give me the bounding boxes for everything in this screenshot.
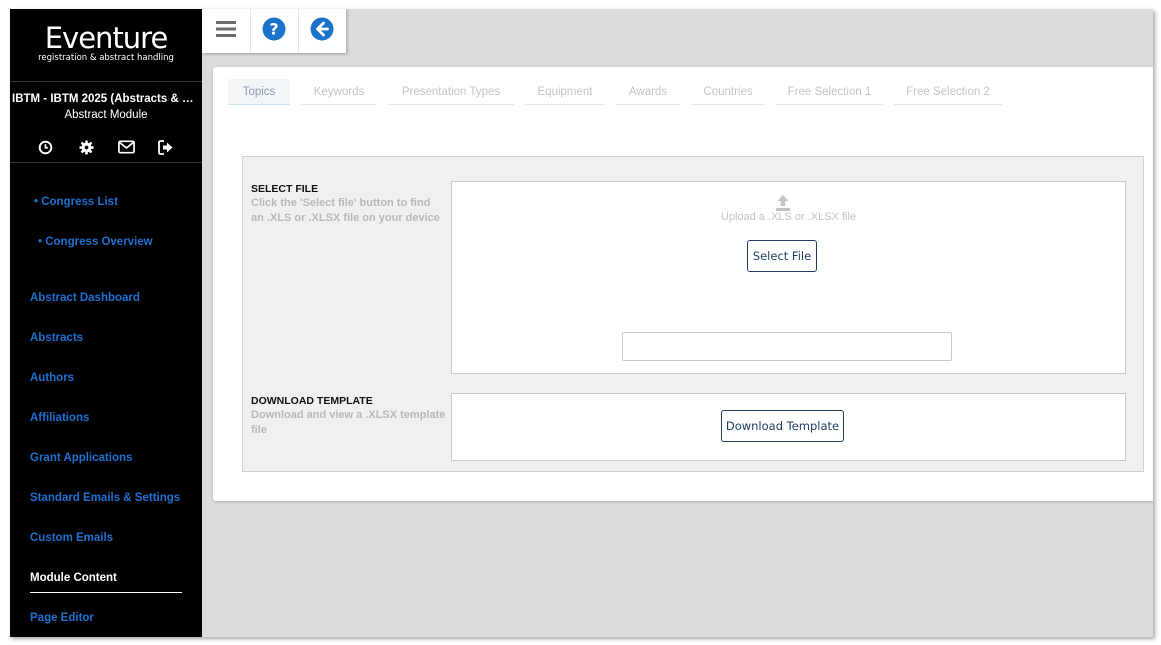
select-file-title: SELECT FILE — [251, 183, 319, 195]
module-name: Abstract Module — [64, 109, 148, 121]
sidebar-item-custom-emails[interactable]: Custom Emails — [30, 532, 113, 544]
download-template-description: Download and view a .XLSX template file — [251, 409, 446, 436]
tab-free-selection-2[interactable]: Free Selection 2 — [894, 79, 1002, 105]
select-file-box: Upload a .XLS or .XLSX file Select File — [451, 181, 1126, 374]
import-panel: SELECT FILE Click the 'Select file' butt… — [242, 156, 1144, 472]
sidebar-item-abstract-dashboard[interactable]: Abstract Dashboard — [30, 292, 140, 304]
hamburger-menu-icon — [215, 20, 237, 43]
sidebar-item-grant-applications[interactable]: Grant Applications — [30, 452, 132, 464]
hamburger-menu-button[interactable] — [202, 9, 250, 53]
sidebar-item-standard-emails-settings[interactable]: Standard Emails & Settings — [30, 492, 180, 504]
back-button[interactable] — [298, 9, 346, 53]
sign-out-icon[interactable] — [156, 137, 176, 157]
sidebar-item-congress-list[interactable]: • Congress List — [34, 196, 118, 208]
project-name: IBTM - IBTM 2025 (Abstracts & Par... — [12, 93, 202, 105]
sidebar-item-congress-overview[interactable]: • Congress Overview — [38, 236, 153, 248]
download-template-button[interactable]: Download Template — [721, 410, 844, 442]
tab-awards[interactable]: Awards — [616, 79, 680, 105]
sidebar-item-affiliations[interactable]: Affiliations — [30, 412, 89, 424]
clock-icon[interactable] — [35, 137, 55, 157]
logo-subtitle: registration & abstract handling — [38, 53, 174, 63]
divider — [10, 162, 202, 163]
svg-text:?: ? — [269, 19, 278, 38]
sidebar-tool-row — [10, 137, 202, 157]
tab-presentation-types[interactable]: Presentation Types — [388, 79, 514, 105]
tab-topics[interactable]: Topics — [228, 79, 290, 105]
sidebar-item-abstracts[interactable]: Abstracts — [30, 332, 83, 344]
tab-countries[interactable]: Countries — [691, 79, 765, 105]
sidebar: Eventure registration & abstract handlin… — [10, 9, 202, 637]
download-template-title: DOWNLOAD TEMPLATE — [251, 395, 373, 407]
upload-hint: Upload a .XLS or .XLSX file — [720, 211, 857, 223]
module-content-card: Topics Keywords Presentation Types Equip… — [213, 67, 1153, 501]
help-icon: ? — [262, 17, 286, 46]
selected-file-field[interactable] — [622, 332, 952, 361]
select-file-button[interactable]: Select File — [747, 240, 817, 272]
back-arrow-icon — [310, 17, 334, 46]
app-window: Eventure registration & abstract handlin… — [10, 9, 1153, 637]
sidebar-item-authors[interactable]: Authors — [30, 372, 74, 384]
top-toolbar: ? — [202, 9, 346, 53]
logo: Eventure registration & abstract handlin… — [10, 23, 202, 63]
sidebar-item-page-editor[interactable]: Page Editor — [30, 612, 94, 624]
active-item-underline — [30, 592, 182, 593]
envelope-icon[interactable] — [116, 137, 136, 157]
tab-equipment[interactable]: Equipment — [525, 79, 605, 105]
download-template-box: Download Template — [451, 393, 1126, 461]
divider — [10, 81, 202, 82]
tab-free-selection-1[interactable]: Free Selection 1 — [776, 79, 883, 105]
tab-keywords[interactable]: Keywords — [301, 79, 377, 105]
help-button[interactable]: ? — [250, 9, 298, 53]
gear-icon[interactable] — [76, 137, 96, 157]
upload-icon — [774, 194, 792, 212]
project-info: IBTM - IBTM 2025 (Abstracts & Par... Abs… — [10, 91, 202, 123]
sidebar-item-module-content[interactable]: Module Content — [30, 572, 117, 584]
logo-title: Eventure — [44, 21, 169, 55]
select-file-description: Click the 'Select file' button to find a… — [251, 197, 440, 224]
